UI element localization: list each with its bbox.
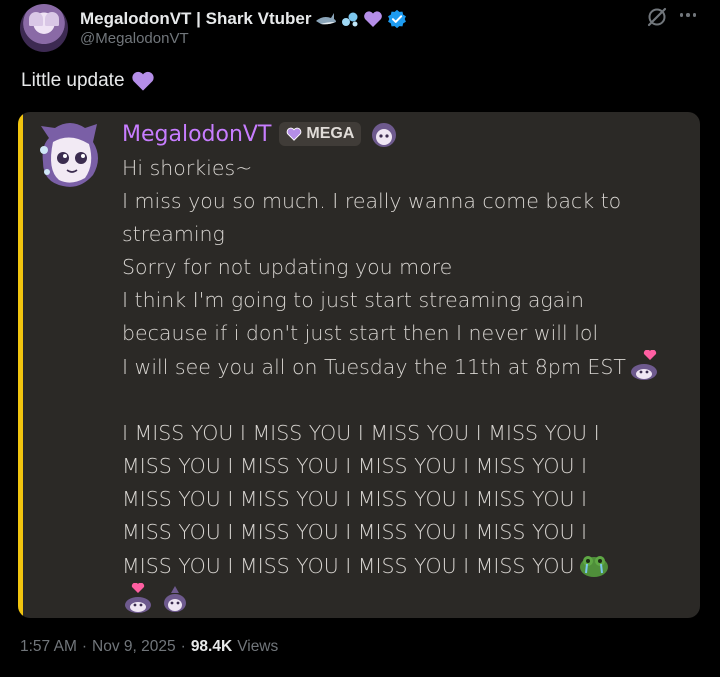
embed-username-row: MegalodonVT MEGA	[122, 120, 399, 148]
author-display-name[interactable]: MegalodonVT | Shark Vtuber	[80, 9, 311, 29]
meta-separator: ·	[81, 638, 88, 655]
sticker-row	[122, 583, 682, 616]
shark-waddle-sticker-icon	[164, 586, 186, 612]
tweet-meta: 1:57 AM · Nov 9, 2025 · 98.4K Views	[20, 638, 278, 656]
message-line: I will see you all on Tuesday the 11th a…	[122, 355, 626, 379]
heart-shark-sticker-icon	[630, 350, 657, 380]
embedded-message-image[interactable]: MegalodonVT MEGA Hi shorkies~ I miss you…	[18, 112, 700, 618]
views-label: Views	[237, 638, 279, 655]
meta-separator: ·	[180, 638, 186, 655]
message-line: because if i don't just start then I nev…	[122, 321, 599, 345]
grok-icon[interactable]	[646, 6, 668, 28]
accent-bar	[18, 112, 23, 618]
avatar-ear-left	[29, 12, 43, 26]
tweet-date[interactable]: Nov 9, 2025	[92, 638, 176, 656]
embed-avatar	[40, 123, 98, 187]
author-handle[interactable]: @MegalodonVT	[80, 30, 189, 47]
message-line-with-sticker: I will see you all on Tuesday the 11th a…	[122, 350, 682, 384]
message-line: streaming	[122, 222, 225, 246]
author-name-row[interactable]: MegalodonVT | Shark Vtuber	[80, 8, 407, 30]
message-line: I miss you so much. I really wanna come …	[122, 189, 622, 213]
miss-line: MISS YOU I MISS YOU I MISS YOU I MISS YO…	[122, 554, 575, 578]
message-line: Hi shorkies~	[122, 156, 253, 180]
purple-heart-icon	[364, 11, 383, 27]
views-count: 98.4K	[190, 638, 233, 655]
message-line: I think I'm going to just start streamin…	[122, 288, 584, 312]
purple-heart-icon	[131, 71, 154, 91]
purple-heart-icon	[287, 127, 302, 141]
miss-line: MISS YOU I MISS YOU I MISS YOU I MISS YO…	[122, 487, 588, 511]
bubbles-icon	[342, 12, 358, 27]
embed-username: MegalodonVT	[122, 121, 272, 147]
crying-frog-sticker-icon	[579, 556, 608, 577]
server-tag-badge: MEGA	[279, 122, 362, 146]
author-avatar[interactable]	[20, 4, 68, 52]
miss-line: MISS YOU I MISS YOU I MISS YOU I MISS YO…	[122, 454, 588, 478]
miss-line-with-sticker: MISS YOU I MISS YOU I MISS YOU I MISS YO…	[122, 549, 682, 583]
tweet-text-content: Little update	[21, 70, 125, 91]
message-body: Hi shorkies~ I miss you so much. I reall…	[122, 152, 682, 616]
miss-line: MISS YOU I MISS YOU I MISS YOU I MISS YO…	[122, 520, 588, 544]
more-options-icon[interactable]	[676, 4, 700, 26]
shark-icon	[316, 13, 337, 25]
mini-avatar-decoration-icon	[372, 123, 397, 147]
message-line: Sorry for not updating you more	[122, 255, 453, 279]
verified-badge-icon[interactable]	[387, 9, 407, 29]
miss-line: I MISS YOU I MISS YOU I MISS YOU I MISS …	[122, 421, 600, 445]
tweet-time[interactable]: 1:57 AM	[20, 638, 77, 656]
heart-shark-sticker-icon	[125, 583, 151, 613]
server-tag-label: MEGA	[306, 125, 355, 142]
avatar-ear-right	[45, 12, 59, 26]
tweet-text: Little update	[21, 70, 155, 92]
